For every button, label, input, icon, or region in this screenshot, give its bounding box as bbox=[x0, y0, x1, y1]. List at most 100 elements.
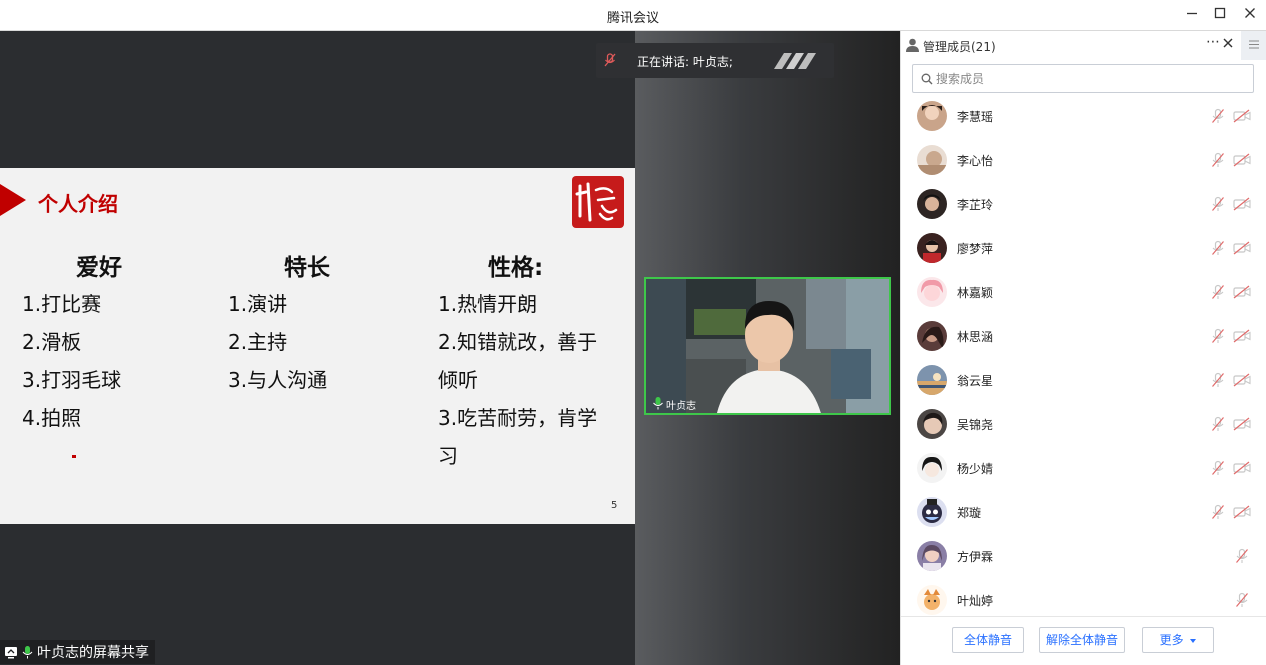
muted-mic-icon[interactable] bbox=[1211, 284, 1225, 300]
close-icon bbox=[1245, 8, 1255, 18]
minimize-icon bbox=[1187, 12, 1197, 15]
muted-mic-icon[interactable] bbox=[1235, 592, 1249, 608]
avatar bbox=[917, 189, 947, 219]
hobby-item: 1.打比赛 bbox=[22, 292, 102, 316]
member-row[interactable]: 林嘉颖 bbox=[901, 270, 1266, 314]
meeting-window: 腾讯会议 正在讲话: 叶贞志; 个人介绍 爱好 1.打比赛 2.滑板 3.打羽毛… bbox=[0, 0, 1266, 665]
close-panel-button[interactable] bbox=[1223, 36, 1233, 52]
muted-mic-icon[interactable] bbox=[1211, 108, 1225, 124]
mute-all-button[interactable]: 全体静音 bbox=[952, 627, 1024, 653]
muted-mic-icon[interactable] bbox=[1211, 460, 1225, 476]
member-name: 叶灿婷 bbox=[957, 594, 994, 608]
search-icon bbox=[921, 73, 933, 85]
camera-off-icon[interactable] bbox=[1233, 197, 1251, 211]
member-row[interactable]: 方伊霖 bbox=[901, 534, 1266, 578]
slide-heading: 个人介绍 bbox=[38, 192, 118, 216]
camera-off-icon[interactable] bbox=[1233, 417, 1251, 431]
avatar bbox=[917, 541, 947, 571]
member-row[interactable]: 翁云星 bbox=[901, 358, 1266, 402]
close-window-button[interactable] bbox=[1238, 4, 1262, 26]
title-bar: 腾讯会议 bbox=[0, 0, 1266, 31]
personality-item: 倾听 bbox=[438, 368, 478, 392]
member-panel-footer: 全体静音 解除全体静音 更多 bbox=[901, 616, 1266, 665]
avatar bbox=[917, 145, 947, 175]
member-list: 李慧瑶 李心怡 李芷玲 廖梦萍 林嘉颖 林思涵 翁云星 吴锦尧 杨少婧 郑璇 方… bbox=[901, 97, 1266, 615]
maximize-button[interactable] bbox=[1208, 4, 1232, 26]
camera-off-icon[interactable] bbox=[1233, 109, 1251, 123]
speaker-avatar-blur bbox=[774, 53, 816, 69]
share-stage: 正在讲话: 叶贞志; 个人介绍 爱好 1.打比赛 2.滑板 3.打羽毛球 4.拍… bbox=[0, 31, 900, 665]
member-row[interactable]: 廖梦萍 bbox=[901, 226, 1266, 270]
hobby-item: 2.滑板 bbox=[22, 330, 82, 354]
camera-off-icon[interactable] bbox=[1233, 285, 1251, 299]
camera-participant-name: 叶贞志 bbox=[666, 401, 696, 412]
member-name: 李慧瑶 bbox=[957, 110, 994, 124]
more-options-button[interactable]: ⋯ bbox=[1206, 34, 1220, 50]
muted-mic-icon[interactable] bbox=[1211, 504, 1225, 520]
close-icon bbox=[1223, 38, 1233, 48]
minimize-button[interactable] bbox=[1180, 4, 1204, 26]
member-row[interactable]: 林思涵 bbox=[901, 314, 1266, 358]
member-row[interactable]: 吴锦尧 bbox=[901, 402, 1266, 446]
camera-off-icon[interactable] bbox=[1233, 329, 1251, 343]
member-panel: 管理成员(21) ⋯ 李慧瑶 李心怡 bbox=[900, 31, 1266, 665]
more-button[interactable]: 更多 bbox=[1142, 627, 1214, 653]
slide-decoration bbox=[72, 455, 76, 458]
mic-active-icon bbox=[653, 397, 663, 410]
camera-video-frame bbox=[646, 279, 889, 413]
skill-item: 1.演讲 bbox=[228, 292, 288, 316]
member-name: 郑璇 bbox=[957, 506, 982, 520]
muted-mic-icon[interactable] bbox=[1211, 196, 1225, 212]
member-search-box[interactable] bbox=[912, 64, 1254, 93]
unmute-all-button[interactable]: 解除全体静音 bbox=[1039, 627, 1125, 653]
member-row[interactable]: 叶灿婷 bbox=[901, 578, 1266, 615]
avatar bbox=[917, 365, 947, 395]
camera-off-icon[interactable] bbox=[1233, 241, 1251, 255]
muted-mic-icon[interactable] bbox=[1211, 328, 1225, 344]
member-row[interactable]: 李芷玲 bbox=[901, 182, 1266, 226]
avatar bbox=[917, 321, 947, 351]
camera-off-icon[interactable] bbox=[1233, 505, 1251, 519]
skill-item: 3.与人沟通 bbox=[228, 368, 328, 392]
avatar bbox=[917, 497, 947, 527]
muted-mic-icon[interactable] bbox=[1211, 416, 1225, 432]
camera-off-icon[interactable] bbox=[1233, 373, 1251, 387]
hobby-item: 3.打羽毛球 bbox=[22, 368, 122, 392]
screen-share-text: 叶贞志的屏幕共享 bbox=[37, 645, 149, 661]
avatar bbox=[917, 453, 947, 483]
member-name: 林思涵 bbox=[957, 330, 994, 344]
member-name: 李芷玲 bbox=[957, 198, 994, 212]
muted-mic-icon[interactable] bbox=[1211, 240, 1225, 256]
member-row[interactable]: 李心怡 bbox=[901, 138, 1266, 182]
skill-item: 2.主持 bbox=[228, 330, 288, 354]
slide-page-number: 5 bbox=[611, 500, 618, 511]
muted-mic-icon[interactable] bbox=[1211, 152, 1225, 168]
mic-active-icon bbox=[22, 646, 33, 659]
column-title-hobbies: 爱好 bbox=[76, 255, 122, 281]
member-name: 廖梦萍 bbox=[957, 242, 994, 256]
camera-off-icon[interactable] bbox=[1233, 461, 1251, 475]
camera-off-icon[interactable] bbox=[1233, 153, 1251, 167]
avatar bbox=[917, 585, 947, 615]
shared-slide: 个人介绍 爱好 1.打比赛 2.滑板 3.打羽毛球 4.拍照 特长 1.演讲 2… bbox=[0, 168, 635, 524]
muted-mic-icon[interactable] bbox=[1235, 548, 1249, 564]
panel-menu-button[interactable] bbox=[1241, 31, 1266, 60]
avatar bbox=[917, 233, 947, 263]
hobby-item: 4.拍照 bbox=[22, 406, 82, 430]
camera-video-tile[interactable]: 叶贞志 bbox=[644, 277, 891, 415]
member-name: 林嘉颖 bbox=[957, 286, 994, 300]
slide-arrow-marker bbox=[0, 184, 26, 216]
avatar bbox=[917, 101, 947, 131]
window-title: 腾讯会议 bbox=[606, 11, 659, 26]
avatar bbox=[917, 277, 947, 307]
muted-mic-icon[interactable] bbox=[1211, 372, 1225, 388]
member-panel-title: 管理成员(21) bbox=[923, 40, 996, 54]
menu-icon bbox=[1249, 40, 1259, 49]
column-title-personality: 性格: bbox=[488, 255, 544, 281]
member-row[interactable]: 李慧瑶 bbox=[901, 97, 1266, 138]
member-search-input[interactable] bbox=[936, 68, 1236, 89]
speaking-indicator: 正在讲话: 叶贞志; bbox=[596, 43, 834, 78]
personality-item: 3.吃苦耐劳，肯学 bbox=[438, 406, 598, 430]
member-row[interactable]: 杨少婧 bbox=[901, 446, 1266, 490]
member-row[interactable]: 郑璇 bbox=[901, 490, 1266, 534]
